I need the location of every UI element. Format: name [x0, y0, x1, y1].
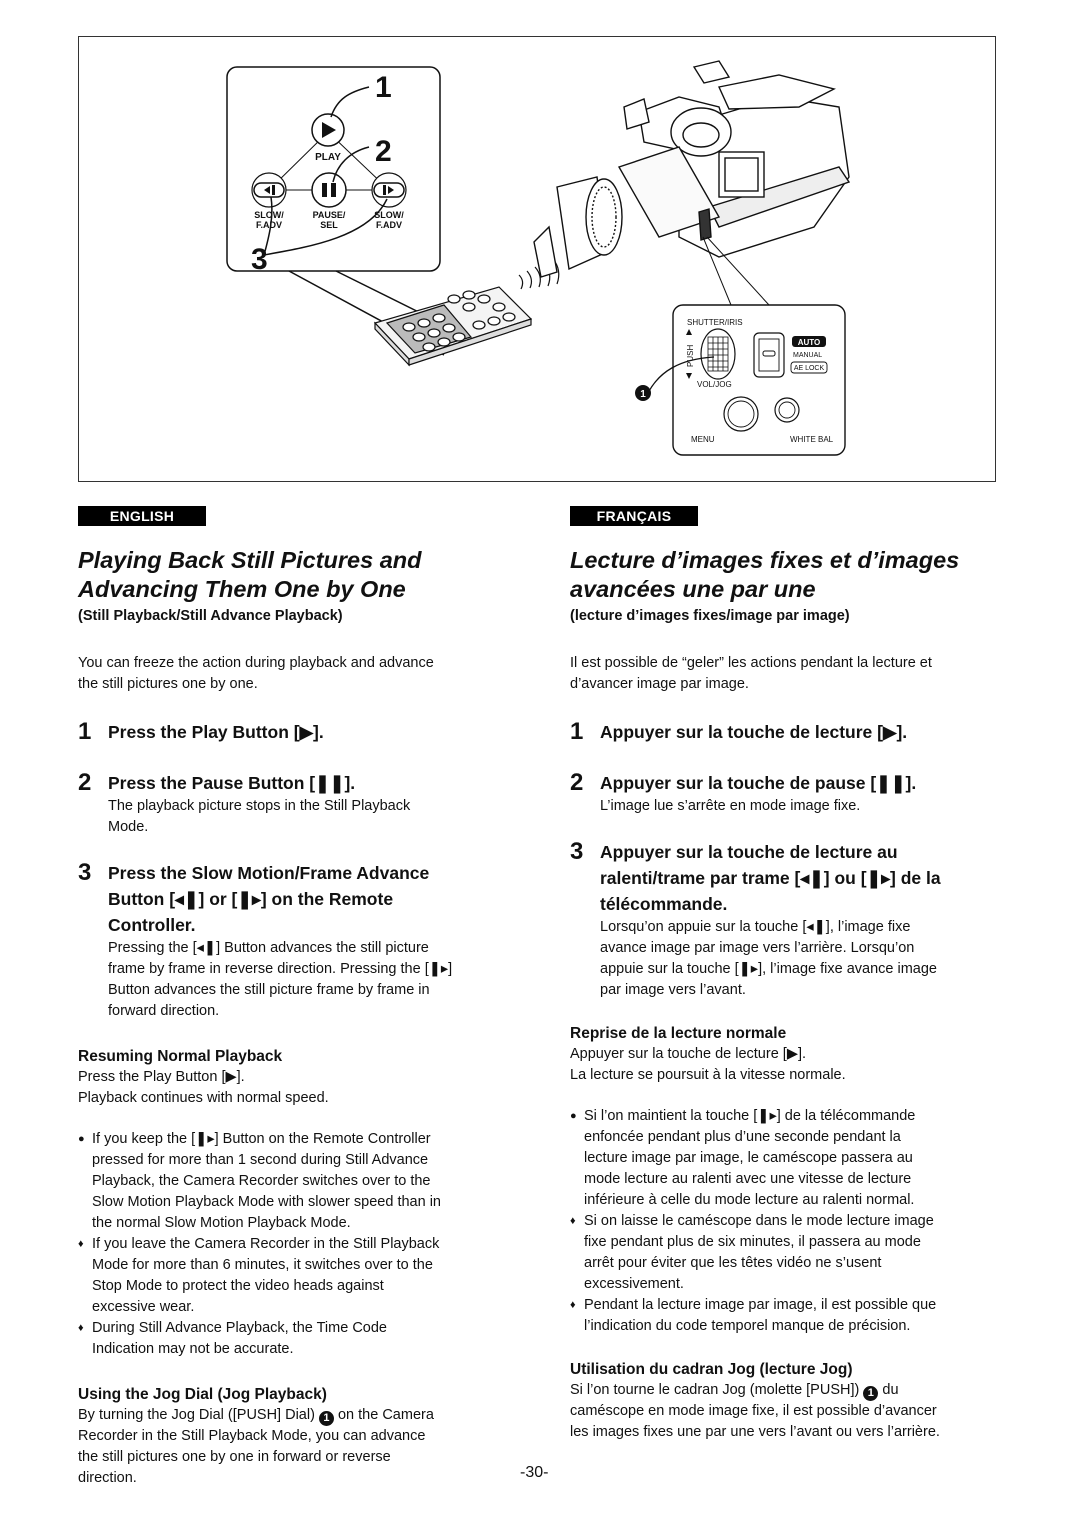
bullet-dot-icon: ●	[78, 1133, 85, 1145]
camcorder-drawing	[533, 60, 851, 278]
french-notes: ● Si l’on maintient la touche [❚▸] de la…	[570, 1106, 1000, 1337]
french-step-3: 3 Appuyer sur la touche de lecture au ra…	[570, 839, 1000, 1001]
step-description: Lorsqu’on appuie sur la touche [◂❚], l’i…	[600, 919, 937, 998]
svg-text:AE LOCK: AE LOCK	[794, 365, 825, 372]
step-title: Appuyer sur la touche de lecture au rale…	[600, 842, 941, 914]
step-number: 1	[78, 718, 92, 745]
step-number: 2	[570, 769, 584, 796]
section-body: Si l’on tourne le cadran Jog (molette [P…	[570, 1382, 940, 1440]
step-title: Appuyer sur la touche de lecture [▶].	[600, 722, 908, 742]
note-item: ♦ Si on laisse le caméscope dans le mode…	[570, 1211, 1000, 1295]
step-description: L’image lue s’arrête en mode image fixe.	[600, 798, 861, 814]
callout-number-1: 1	[375, 71, 392, 104]
english-language-tag: ENGLISH	[78, 506, 206, 526]
french-step-2: 2 Appuyer sur la touche de pause [❚❚]. L…	[570, 770, 1000, 817]
section-heading: Resuming Normal Playback	[78, 1048, 283, 1065]
title-line: Playing Back Still Pictures and	[78, 547, 422, 573]
english-subtitle: (Still Playback/Still Advance Playback)	[78, 608, 343, 624]
english-intro: You can freeze the action during playbac…	[78, 655, 434, 692]
title-line: Advancing Them One by One	[78, 576, 406, 602]
step-title: Appuyer sur la touche de pause [❚❚].	[600, 773, 917, 793]
french-intro: Il est possible de “geler” les actions p…	[570, 655, 932, 692]
remote-controller-drawing	[373, 286, 533, 367]
section-heading: Reprise de la lecture normale	[570, 1025, 787, 1042]
title-line: Lecture d’images fixes et d’images	[570, 547, 960, 573]
english-step-2: 2 Press the Pause Button [❚❚]. The playb…	[78, 770, 508, 838]
svg-text:PUSH: PUSH	[686, 345, 695, 367]
svg-text:SLOW/: SLOW/	[254, 210, 284, 220]
svg-text:AUTO: AUTO	[798, 338, 821, 347]
illustration-figure: PLAY SLOW/ F.ADV PAUSE/ SEL SLOW/ F.ADV	[78, 36, 996, 482]
step-description: The playback picture stops in the Still …	[108, 798, 411, 835]
section-body: By turning the Jog Dial ([PUSH] Dial) 1 …	[78, 1407, 434, 1486]
english-column: Playing Back Still Pictures and Advancin…	[78, 546, 508, 1489]
english-step-1: 1 Press the Play Button [▶].	[78, 719, 508, 745]
slow-forward-icon	[383, 185, 386, 195]
svg-text:MANUAL: MANUAL	[793, 352, 822, 359]
callout-number-3: 3	[251, 243, 268, 276]
bullet-dot-icon: ●	[570, 1110, 577, 1122]
note-item: ● If you keep the [❚▸] Button on the Rem…	[78, 1129, 508, 1234]
svg-text:SEL: SEL	[320, 220, 338, 230]
french-jog-section: Utilisation du cadran Jog (lecture Jog) …	[570, 1359, 1000, 1443]
svg-text:PAUSE/: PAUSE/	[313, 210, 346, 220]
pause-icon	[322, 183, 327, 197]
svg-text:WHITE BAL: WHITE BAL	[790, 435, 834, 444]
svg-text:F.ADV: F.ADV	[376, 220, 402, 230]
french-language-tag: FRANÇAIS	[570, 506, 698, 526]
page-number: -30-	[520, 1464, 549, 1481]
french-column: Lecture d’images fixes et d’images avanc…	[570, 546, 1000, 1443]
marker-1-icon: 1	[863, 1386, 879, 1401]
camera-control-panel-callout: SHUTTER/IRIS PUSH VOL/JOG AUTO MANUAL AE…	[635, 304, 846, 456]
bullet-diamond-icon: ♦	[570, 1215, 576, 1227]
svg-text:F.ADV: F.ADV	[256, 220, 282, 230]
svg-text:PLAY: PLAY	[315, 152, 341, 163]
section-heading: Using the Jog Dial (Jog Playback)	[78, 1386, 327, 1403]
callout-number-2: 2	[375, 135, 392, 168]
english-title: Playing Back Still Pictures and Advancin…	[78, 546, 508, 604]
svg-text:MENU: MENU	[691, 435, 715, 444]
step-description: Pressing the [◂❚] Button advances the st…	[108, 940, 453, 1019]
english-notes: ● If you keep the [❚▸] Button on the Rem…	[78, 1129, 508, 1360]
section-heading: Utilisation du cadran Jog (lecture Jog)	[570, 1361, 853, 1378]
step-number: 3	[570, 838, 584, 865]
slow-forward-button-diagram: SLOW/ F.ADV	[371, 172, 407, 230]
note-item: ♦ If you leave the Camera Recorder in th…	[78, 1234, 508, 1318]
bullet-diamond-icon: ♦	[570, 1299, 576, 1311]
title-line: avancées une par une	[570, 576, 816, 602]
svg-text:VOL/JOG: VOL/JOG	[697, 380, 732, 389]
step-title: Press the Pause Button [❚❚].	[108, 773, 356, 793]
french-resume-section: Reprise de la lecture normale Appuyer su…	[570, 1023, 1000, 1086]
english-jog-section: Using the Jog Dial (Jog Playback) By tur…	[78, 1384, 508, 1489]
illustration-svg: PLAY SLOW/ F.ADV PAUSE/ SEL SLOW/ F.ADV	[226, 60, 851, 456]
svg-text:1: 1	[640, 389, 646, 400]
step-title: Press the Play Button [▶].	[108, 722, 324, 742]
french-subtitle: (lecture d’images fixes/image par image)	[570, 608, 850, 624]
french-step-1: 1 Appuyer sur la touche de lecture [▶].	[570, 719, 1000, 745]
french-title: Lecture d’images fixes et d’images avanc…	[570, 546, 1000, 604]
play-button-diagram: PLAY	[311, 113, 345, 163]
note-item: ♦ During Still Advance Playback, the Tim…	[78, 1318, 508, 1360]
note-item: ● Si l’on maintient la touche [❚▸] de la…	[570, 1106, 1000, 1211]
note-item: ♦ Pendant la lecture image par image, il…	[570, 1295, 1000, 1337]
english-step-3: 3 Press the Slow Motion/Frame Advance Bu…	[78, 860, 508, 1022]
step-title: Press the Slow Motion/Frame Advance Butt…	[108, 863, 430, 935]
slow-reverse-button-diagram: SLOW/ F.ADV	[251, 172, 287, 230]
menu-button-diagram	[723, 396, 759, 432]
step-number: 3	[78, 859, 92, 886]
bullet-diamond-icon: ♦	[78, 1322, 84, 1334]
section-body: Appuyer sur la touche de lecture [▶]. La …	[570, 1046, 846, 1083]
bullet-diamond-icon: ♦	[78, 1238, 84, 1250]
step-number: 1	[570, 718, 584, 745]
svg-text:SHUTTER/IRIS: SHUTTER/IRIS	[687, 318, 743, 327]
english-resume-section: Resuming Normal Playback Press the Play …	[78, 1046, 508, 1109]
marker-1-icon: 1	[318, 1411, 334, 1426]
section-body: Press the Play Button [▶]. Playback conti…	[78, 1069, 329, 1106]
step-number: 2	[78, 769, 92, 796]
